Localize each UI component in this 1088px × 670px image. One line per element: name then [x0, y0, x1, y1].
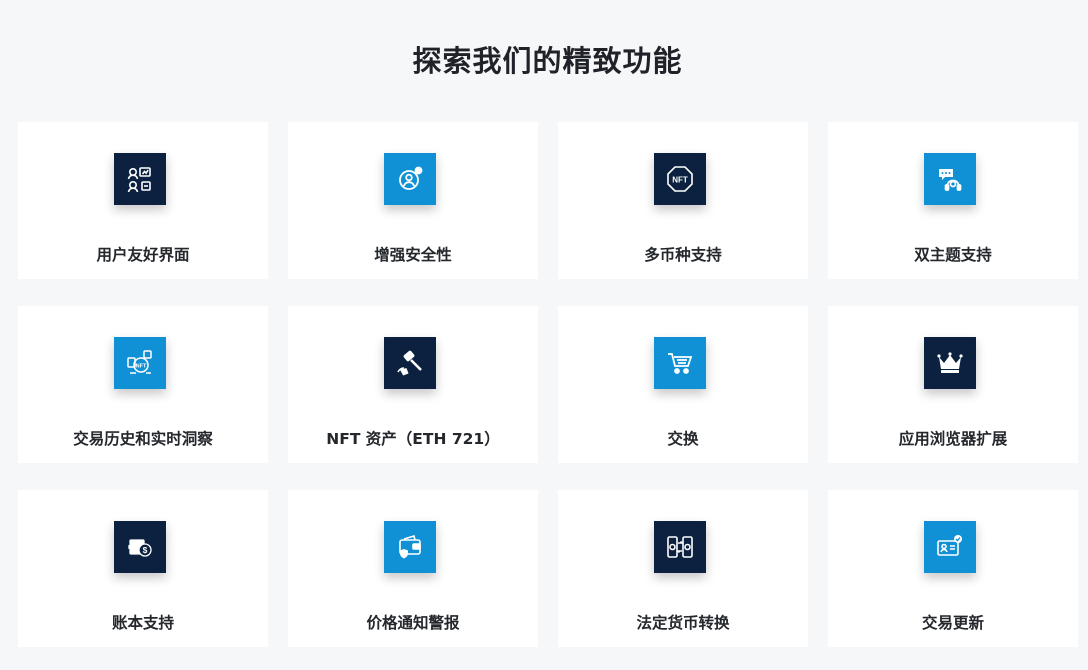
feature-card-transaction-history[interactable]: NFT 交易历史和实时洞察 — [18, 306, 268, 463]
feature-label: 双主题支持 — [914, 246, 992, 264]
chat-support-icon — [924, 153, 976, 205]
feature-card-price-alerts[interactable]: 价格通知警报 — [288, 490, 538, 647]
feature-card-transaction-updates[interactable]: 交易更新 — [828, 490, 1078, 647]
feature-card-ledger-support[interactable]: $ 账本支持 — [18, 490, 268, 647]
wallet-alert-icon — [384, 521, 436, 573]
feature-card-swap[interactable]: 交换 — [558, 306, 808, 463]
svg-text:NFT: NFT — [136, 363, 147, 369]
page-title: 探索我们的精致功能 — [412, 44, 683, 78]
feature-card-browser-extension[interactable]: 应用浏览器扩展 — [828, 306, 1078, 463]
feature-label: 多币种支持 — [644, 246, 722, 264]
nft-badge-icon: NFT — [654, 153, 706, 205]
auction-hammer-icon — [384, 337, 436, 389]
crown-icon — [924, 337, 976, 389]
feature-label: 法定货币转换 — [636, 614, 730, 632]
feature-label: 增强安全性 — [374, 246, 452, 264]
svg-text:$: $ — [143, 545, 148, 555]
feature-card-multi-currency[interactable]: NFT 多币种支持 — [558, 122, 808, 279]
feature-label: 账本支持 — [111, 614, 174, 632]
nft-history-icon: NFT — [114, 337, 166, 389]
security-shield-icon — [384, 153, 436, 205]
svg-text:NFT: NFT — [672, 176, 688, 185]
coin-stack-icon: $ — [114, 521, 166, 573]
feature-label: 交易更新 — [921, 614, 984, 632]
feature-label: 交换 — [667, 430, 699, 448]
feature-label: 交易历史和实时洞察 — [73, 430, 213, 448]
shopping-cart-icon — [654, 337, 706, 389]
feature-label: 用户友好界面 — [96, 246, 190, 264]
feature-label: NFT 资产（ETH 721） — [326, 430, 500, 448]
features-grid: 用户友好界面 增强安全性 NFT 多币种支持 双主题支持 NFT 交易历史和实时… — [18, 122, 1078, 647]
user-friendly-interface-icon — [114, 153, 166, 205]
feature-card-fiat-conversion[interactable]: 法定货币转换 — [558, 490, 808, 647]
feature-card-dual-theme[interactable]: 双主题支持 — [828, 122, 1078, 279]
feature-card-enhanced-security[interactable]: 增强安全性 — [288, 122, 538, 279]
feature-card-user-friendly-interface[interactable]: 用户友好界面 — [18, 122, 268, 279]
verified-id-card-icon — [924, 521, 976, 573]
feature-label: 应用浏览器扩展 — [898, 430, 1008, 448]
feature-label: 价格通知警报 — [366, 614, 460, 632]
currency-exchange-icon — [654, 521, 706, 573]
feature-card-nft-assets[interactable]: NFT 资产（ETH 721） — [288, 306, 538, 463]
